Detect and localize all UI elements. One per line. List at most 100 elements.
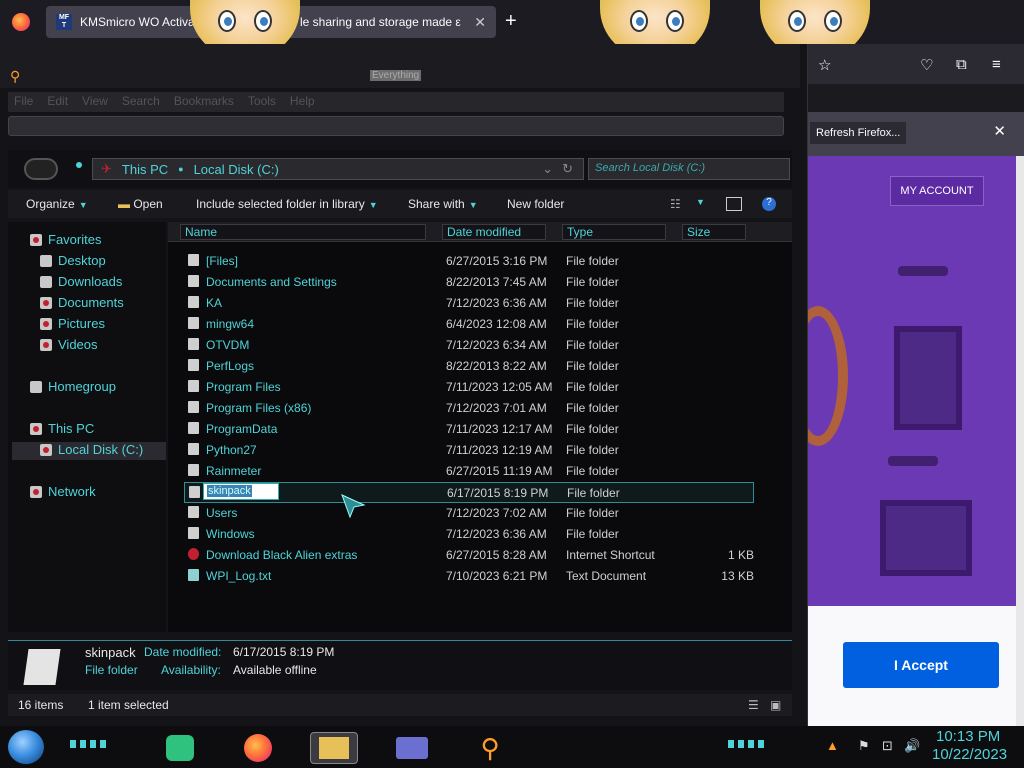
folder-icon xyxy=(319,737,349,759)
nav-network[interactable]: Network xyxy=(30,484,96,499)
file-row[interactable]: mingw64 6/4/2023 12:08 AM File folder xyxy=(184,314,754,335)
menu-bookmarks[interactable]: Bookmarks xyxy=(174,94,234,110)
crumb-local-disk[interactable]: Local Disk (C:) xyxy=(194,162,279,177)
folder-icon xyxy=(188,506,199,518)
nav-this-pc[interactable]: This PC xyxy=(30,421,94,436)
file-row[interactable]: [Files] 6/27/2015 3:16 PM File folder xyxy=(184,251,754,272)
organize-button[interactable]: Organize ▼ xyxy=(26,197,88,211)
view-options-icon[interactable]: ☷ xyxy=(670,197,681,211)
file-row[interactable]: WPI_Log.txt 7/10/2023 6:21 PM Text Documen… xyxy=(184,566,754,587)
chevron-down-icon: ▼ xyxy=(468,200,478,210)
tray-app-icon[interactable]: ▲ xyxy=(826,738,839,753)
my-account-button[interactable]: MY ACCOUNT xyxy=(890,176,984,206)
rename-input[interactable]: skinpack xyxy=(203,483,279,500)
file-row[interactable]: Download Black Alien extras 6/27/2015 8:2… xyxy=(184,545,754,566)
file-row[interactable]: Documents and Settings 8/22/2013 7:45 AM F… xyxy=(184,272,754,293)
details-availability-value: Available offline xyxy=(233,663,317,677)
menu-search[interactable]: Search xyxy=(122,94,160,110)
open-button[interactable]: ▬ Open xyxy=(118,197,163,211)
network-icon[interactable]: ⊡ xyxy=(882,738,893,754)
preview-pane-icon[interactable] xyxy=(726,197,742,211)
accept-button[interactable]: I Accept xyxy=(843,642,999,688)
chevron-down-icon[interactable]: ⌄ xyxy=(542,161,553,177)
nav-documents[interactable]: Documents xyxy=(40,295,124,310)
tab-label: le sharing and storage made ε xyxy=(300,15,461,29)
firefox-taskbar-button[interactable] xyxy=(234,732,282,764)
file-row[interactable]: Python27 7/11/2023 12:19 AM File folder xyxy=(184,440,754,461)
selection-count: 1 item selected xyxy=(88,698,169,712)
file-row[interactable]: Program Files 7/11/2023 12:05 AM File fold… xyxy=(184,377,754,398)
folder-icon xyxy=(188,275,199,287)
tab-file-sharing[interactable]: le sharing and storage made ε ✕ xyxy=(300,6,496,38)
refresh-firefox-button[interactable]: Refresh Firefox... xyxy=(810,122,907,144)
search-strip[interactable] xyxy=(8,116,784,136)
nav-desktop[interactable]: Desktop xyxy=(40,253,106,268)
refresh-icon[interactable]: ↻ xyxy=(562,161,573,177)
crumb-this-pc[interactable]: This PC xyxy=(122,162,168,177)
column-date-modified[interactable]: Date modified xyxy=(442,224,546,240)
file-row[interactable]: ProgramData 7/11/2023 12:17 AM File folder xyxy=(184,419,754,440)
flag-icon[interactable]: ⚑ xyxy=(858,738,870,754)
clock-time[interactable]: 10:13 PM xyxy=(936,728,1000,745)
history-dropdown-icon[interactable] xyxy=(76,162,82,168)
details-view-icon[interactable]: ☰ xyxy=(748,698,759,712)
column-size[interactable]: Size xyxy=(682,224,746,240)
volume-icon[interactable]: 🔊 xyxy=(904,738,920,754)
explorer-taskbar-button[interactable] xyxy=(310,732,358,764)
everything-taskbar-button[interactable]: ⚲ xyxy=(466,732,514,764)
nav-local-disk[interactable]: Local Disk (C:) xyxy=(40,442,143,457)
menu-help[interactable]: Help xyxy=(290,94,315,110)
menu-tools[interactable]: Tools xyxy=(248,94,276,110)
file-row[interactable]: PerfLogs 8/22/2013 8:22 AM File folder xyxy=(184,356,754,377)
file-row[interactable]: Program Files (x86) 7/12/2023 7:01 AM File… xyxy=(184,398,754,419)
file-type: File folder xyxy=(566,296,619,310)
extensions-icon[interactable]: ⧉ xyxy=(956,56,967,73)
menu-view[interactable]: View xyxy=(82,94,108,110)
start-button[interactable] xyxy=(8,730,44,764)
file-row[interactable]: Rainmeter 6/27/2015 11:19 AM File folder xyxy=(184,461,754,482)
close-icon[interactable]: ✕ xyxy=(993,122,1006,140)
new-folder-button[interactable]: New folder xyxy=(507,197,564,211)
share-with-button[interactable]: Share with ▼ xyxy=(408,197,478,211)
column-name[interactable]: Name xyxy=(180,224,426,240)
nav-favorites[interactable]: Favorites xyxy=(30,232,101,247)
search-input[interactable]: Search Local Disk (C:) xyxy=(588,158,790,180)
file-date: 7/12/2023 6:36 AM xyxy=(446,296,547,310)
column-type[interactable]: Type xyxy=(562,224,666,240)
back-forward-buttons[interactable] xyxy=(24,158,58,180)
file-row[interactable]: OTVDM 7/12/2023 6:34 AM File folder xyxy=(184,335,754,356)
menu-icon[interactable]: ≡ xyxy=(992,56,1001,73)
include-label: Include selected folder in library xyxy=(196,197,365,211)
help-icon[interactable]: ? xyxy=(762,197,776,211)
clock-date[interactable]: 10/22/2023 xyxy=(932,746,1007,763)
file-row-selected[interactable]: skinpack 6/17/2015 8:19 PM File folder xyxy=(184,482,754,503)
nav-pictures[interactable]: Pictures xyxy=(40,316,105,331)
app-badge-icon: MF T xyxy=(56,14,72,30)
file-type: File folder xyxy=(566,401,619,415)
firefox-view-button[interactable] xyxy=(12,6,30,38)
nav-videos[interactable]: Videos xyxy=(40,337,98,352)
pocket-icon[interactable]: ♡ xyxy=(920,56,933,74)
web-scrollbar[interactable] xyxy=(1016,156,1024,726)
app-taskbar-button[interactable] xyxy=(388,732,436,764)
star-icon[interactable]: ☆ xyxy=(818,56,831,74)
file-row[interactable]: KA 7/12/2023 6:36 AM File folder xyxy=(184,293,754,314)
close-tab-icon[interactable]: ✕ xyxy=(474,14,486,31)
address-bar[interactable]: ✈ This PC ● Local Disk (C:) ⌄ ↻ xyxy=(92,158,584,180)
include-in-library-button[interactable]: Include selected folder in library ▼ xyxy=(196,197,378,211)
menu-edit[interactable]: Edit xyxy=(47,94,68,110)
menu-file[interactable]: File xyxy=(14,94,33,110)
nav-label: This PC xyxy=(48,421,95,436)
file-date: 7/12/2023 6:36 AM xyxy=(446,527,547,541)
file-date: 7/12/2023 7:02 AM xyxy=(446,506,547,520)
file-row[interactable]: Windows 7/12/2023 6:36 AM File folder xyxy=(184,524,754,545)
file-row[interactable]: Users 7/12/2023 7:02 AM File folder xyxy=(184,503,754,524)
file-date: 7/10/2023 6:21 PM xyxy=(446,569,548,583)
nav-downloads[interactable]: Downloads xyxy=(40,274,122,289)
new-tab-button[interactable]: + xyxy=(505,10,517,33)
notes-app-button[interactable] xyxy=(156,732,204,764)
thumbnail-view-icon[interactable]: ▣ xyxy=(770,698,781,712)
folder-icon xyxy=(188,317,199,329)
chevron-down-icon[interactable]: ▼ xyxy=(696,197,705,207)
nav-homegroup[interactable]: Homegroup xyxy=(30,379,116,394)
